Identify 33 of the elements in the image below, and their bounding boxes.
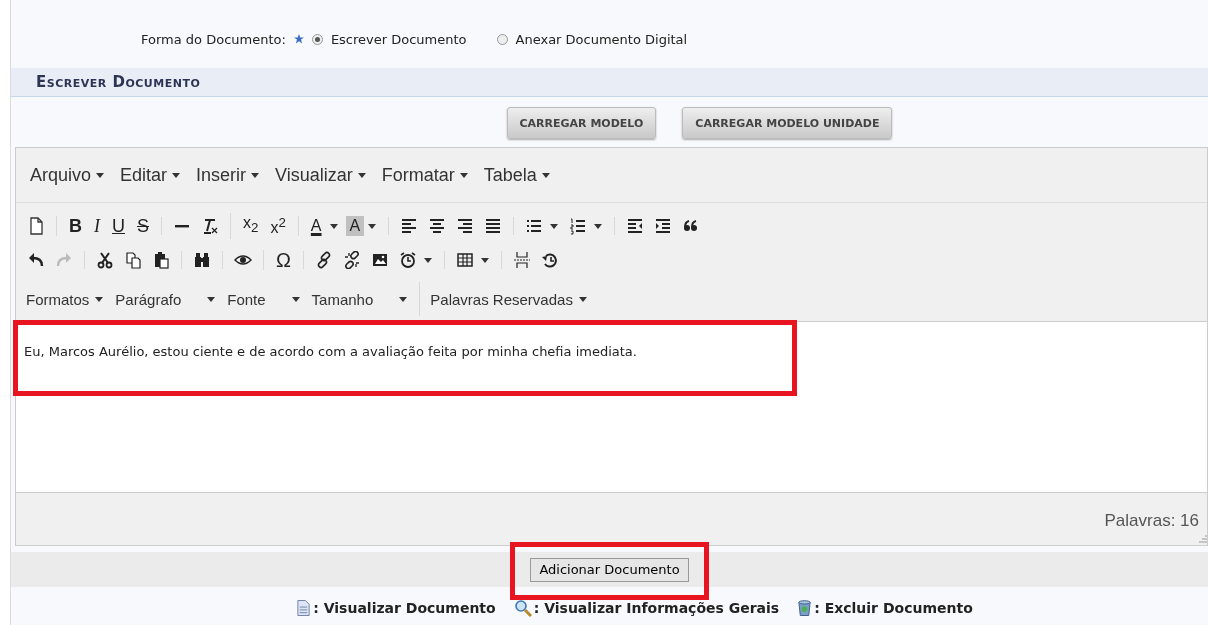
document-text: Eu, Marcos Aurélio, estou ciente e de acordo com a avaliação feita por minha chefia imediata.: [24, 344, 637, 359]
editor-content-area[interactable]: Eu, Marcos Aurélio, estou ciente e de acordo com a avaliação feita por minha chefia imediata.: [16, 321, 1207, 493]
menu-item[interactable]: Inserir: [188, 164, 268, 186]
menu-item[interactable]: Tabela: [475, 164, 558, 186]
legend-label: : Excluir Documento: [814, 600, 973, 616]
italic-button[interactable]: I: [90, 216, 104, 236]
text-color-button[interactable]: A: [306, 216, 326, 236]
menu-item[interactable]: Visualizar: [267, 164, 374, 186]
field-label: Forma do Documento:: [141, 31, 286, 47]
radio-label[interactable]: Escrever Documento: [330, 31, 467, 47]
strikethrough-button[interactable]: S: [133, 216, 153, 236]
legend-label: : Visualizar Documento: [313, 600, 496, 616]
menu-item[interactable]: Editar: [112, 164, 189, 186]
special-character-button[interactable]: Ω: [272, 250, 295, 270]
script-button[interactable]: x$^{2}$: [266, 213, 290, 239]
format-dropdown[interactable]: Formatos: [20, 290, 110, 308]
radio-label[interactable]: Anexar Documento Digital: [515, 31, 688, 47]
menu-item[interactable]: Formatar: [373, 164, 476, 186]
load-template-button[interactable]: CARREGAR MODELO UNIDADE: [682, 107, 893, 139]
legend-label: : Visualizar Informações Gerais: [533, 600, 780, 616]
section-title: Escrever Documento: [36, 73, 201, 91]
background-color-button[interactable]: A: [345, 216, 365, 236]
format-dropdown[interactable]: Tamanho: [305, 290, 414, 308]
load-template-button[interactable]: CARREGAR MODELO: [506, 107, 657, 139]
word-count: Palavras: 16: [1104, 511, 1199, 531]
format-dropdown[interactable]: Fonte: [221, 290, 306, 308]
menu-item[interactable]: Arquivo: [22, 164, 113, 186]
add-document-button[interactable]: Adicionar Documento: [530, 557, 689, 582]
format-dropdown[interactable]: Parágrafo: [109, 290, 222, 308]
bold-button[interactable]: B: [65, 216, 86, 236]
underline-button[interactable]: U: [108, 216, 129, 236]
format-dropdown[interactable]: Palavras Reservadas: [419, 282, 593, 316]
script-button[interactable]: x$_{2}$: [239, 213, 263, 239]
